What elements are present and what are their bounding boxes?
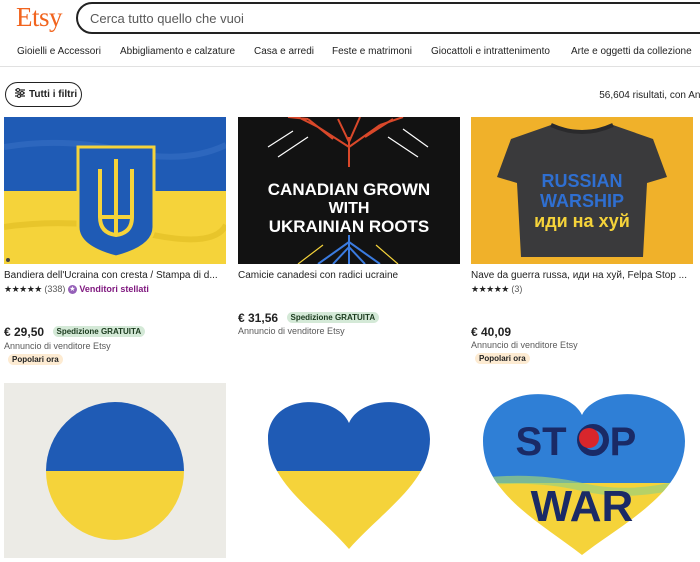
sweater-text-line2: WARSHIP [540,191,624,211]
war-word: WAR [531,482,634,531]
nav-item-home[interactable]: Casa e arredi [254,46,314,57]
listing-image[interactable] [4,383,226,558]
sweater-text-line1: RUSSIAN [541,171,622,191]
listing-title[interactable]: Bandiera dell'Ucraina con cresta / Stamp… [4,270,226,281]
nav-item-jewelry[interactable]: Gioielli e Accessori [17,46,101,57]
etsy-logo[interactable]: Etsy [16,2,63,33]
popular-badge: Popolari ora [475,353,530,364]
search-input[interactable] [88,10,652,27]
listing-title[interactable]: Nave da guerra russa, иди на хуй, Felpa … [471,270,693,281]
search-bar[interactable] [76,2,700,34]
seller-label: Annuncio di venditore Etsy [471,340,578,350]
listing-image[interactable]: RUSSIAN WARSHIP иди на хуй [471,117,693,264]
price: € 31,56 [238,311,279,325]
canadian-grown-shirt-image: CANADIAN GROWN WITH UKRAINIAN ROOTS [238,117,460,264]
listing-image[interactable] [238,383,460,558]
nav-item-art[interactable]: Arte e oggetti da collezione [571,46,692,57]
results-count: 56,604 risultati, con Ann [599,90,700,101]
stop-word-end: P [610,420,637,464]
ukraine-circle-image [4,383,226,558]
listing-image[interactable] [4,117,226,264]
nav-item-clothing[interactable]: Abbigliamento e calzature [120,46,235,57]
ukraine-flag-image [4,117,226,264]
price: € 40,09 [471,325,512,339]
price: € 29,50 [4,325,45,339]
listing-title[interactable]: Camicie canadesi con radici ucraine [238,270,460,281]
rating-stars: ★★★★★ [4,284,42,294]
listing-image[interactable]: ST P WAR [471,383,693,558]
all-filters-label: Tutti i filtri [29,89,78,100]
listing-image[interactable]: CANADIAN GROWN WITH UKRAINIAN ROOTS [238,117,460,264]
price-line: € 40,09 [471,323,511,341]
filter-sliders-icon [15,88,25,98]
shirt-text-line2: WITH [329,200,370,217]
nav-item-weddings[interactable]: Feste e matrimoni [332,46,412,57]
free-shipping-badge: Spedizione GRATUITA [52,326,146,338]
nav-item-toys[interactable]: Giocattoli e intrattenimento [431,46,550,57]
shirt-text-line1: CANADIAN GROWN [268,180,430,199]
rating-stars: ★★★★★ [471,284,509,294]
review-count: (338) [44,284,66,294]
russian-warship-sweater-image: RUSSIAN WARSHIP иди на хуй [471,117,693,264]
shirt-text-line3: UKRAINIAN ROOTS [269,217,430,236]
free-shipping-badge: Spedizione GRATUITA [286,312,380,324]
seller-label: Annuncio di venditore Etsy [238,326,345,336]
star-seller-icon: ★ [67,285,77,295]
star-seller-label: Venditori stellati [79,284,149,294]
seller-label: Annuncio di venditore Etsy [4,341,111,351]
ukraine-heart-image [238,383,460,558]
all-filters-button[interactable]: Tutti i filtri [5,82,82,107]
category-nav: Gioielli e Accessori Abbigliamento e cal… [0,38,700,67]
price-line: € 29,50 Spedizione GRATUITA [4,323,146,341]
sweater-text-line3: иди на хуй [534,211,630,231]
stop-war-heart-image: ST P WAR [471,383,693,558]
paint-splash-icon [579,428,599,448]
rating: ★★★★★ (338) ★ Venditori stellati [4,284,149,295]
rating: ★★★★★ (3) [471,284,522,295]
price-line: € 31,56 Spedizione GRATUITA [238,309,380,327]
popular-badge: Popolari ora [8,354,63,365]
stop-word: ST [515,420,566,464]
review-count: (3) [511,284,523,294]
